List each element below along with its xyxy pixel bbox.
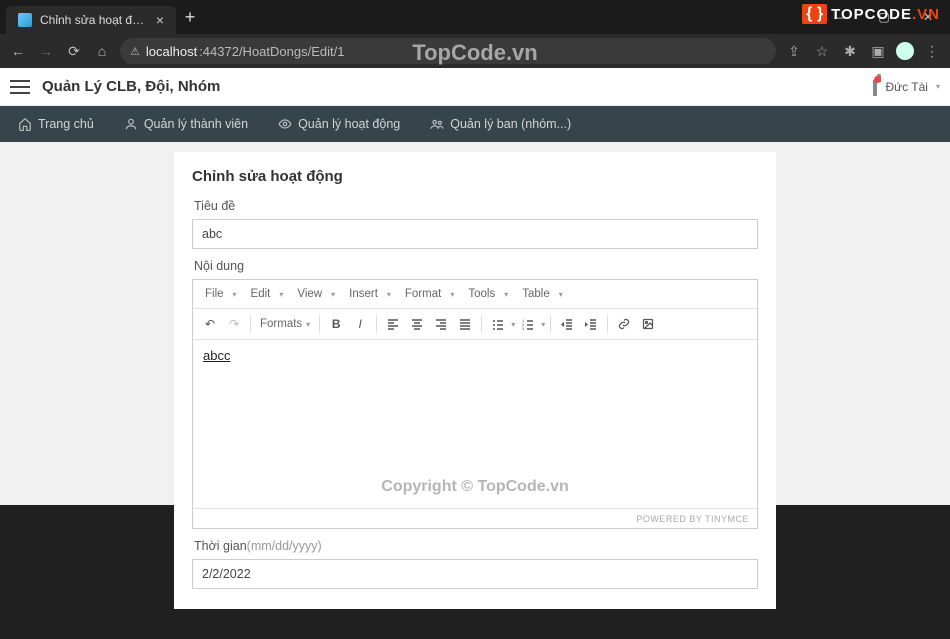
formats-dropdown[interactable]: Formats▾ [256,318,314,330]
menu-tools[interactable]: Tools▾ [462,284,514,304]
nav-members[interactable]: Quản lý thành viên [110,106,262,142]
nav-teams-label: Quản lý ban (nhóm...) [450,117,571,131]
menu-toggle-button[interactable] [10,80,30,94]
logo-text-a: TOPCODE [831,6,912,23]
content-label: Nội dung [194,259,758,273]
chevron-down-icon: ▾ [936,82,940,91]
user-name: Đức Tài [885,80,928,94]
menu-format[interactable]: Format▾ [399,284,460,304]
users-icon [430,117,444,131]
svg-text:3: 3 [522,326,525,330]
extensions-icon[interactable]: ✱ [840,43,860,60]
nav-home-button[interactable]: ⌂ [92,43,112,59]
menu-view[interactable]: View▾ [291,284,341,304]
browser-tab[interactable]: Chỉnh sửa hoạt động × [6,6,176,34]
app-nav: Trang chủ Quản lý thành viên Quản lý hoạ… [0,106,950,142]
url-host: localhost [146,44,197,59]
address-bar[interactable]: ⚠ localhost:44372/HoatDongs/Edit/1 [120,38,776,64]
logo-bracket-icon: { } [802,4,827,24]
page-heading: Chỉnh sửa hoạt động [192,168,758,185]
outdent-button[interactable] [556,313,578,335]
profile-icon[interactable] [896,42,914,60]
time-input[interactable] [192,559,758,589]
nav-activities[interactable]: Quản lý hoạt động [264,106,414,142]
app-title: Quản Lý CLB, Đội, Nhóm [42,78,220,95]
indent-button[interactable] [580,313,602,335]
nav-activities-label: Quản lý hoạt động [298,117,400,131]
align-right-button[interactable] [430,313,452,335]
align-left-button[interactable] [382,313,404,335]
cart-icon[interactable] [873,80,877,94]
url-path: :44372/HoatDongs/Edit/1 [199,44,344,59]
redo-button[interactable]: ↷ [223,313,245,335]
user-icon [124,117,138,131]
time-label: Thời gian(mm/dd/yyyy) [194,539,758,553]
title-label: Tiêu đề [194,199,758,213]
page: Quản Lý CLB, Đội, Nhóm Đức Tài ▾ Trang c… [0,68,950,505]
bookmark-icon[interactable]: ☆ [812,43,832,60]
home-icon [18,117,32,131]
bullet-list-button[interactable] [487,313,509,335]
time-hint: (mm/dd/yyyy) [247,539,322,553]
editor-menubar: File▾ Edit▾ View▾ Insert▾ Format▾ Tools▾… [193,280,757,309]
nav-home-label: Trang chủ [38,117,94,131]
app-header: Quản Lý CLB, Đội, Nhóm Đức Tài ▾ [0,68,950,106]
nav-forward-button[interactable]: → [36,43,56,59]
nav-members-label: Quản lý thành viên [144,117,248,131]
italic-button[interactable]: I [349,313,371,335]
nav-teams[interactable]: Quản lý ban (nhóm...) [416,106,585,142]
browser-toolbar: ← → ⟳ ⌂ ⚠ localhost:44372/HoatDongs/Edit… [0,34,950,68]
tab-title: Chỉnh sửa hoạt động [40,13,148,27]
time-label-text: Thời gian [194,539,247,553]
share-icon[interactable]: ⇪ [784,43,804,60]
align-justify-button[interactable] [454,313,476,335]
menu-file[interactable]: File▾ [199,284,243,304]
menu-icon[interactable]: ⋮ [922,43,942,60]
number-list-button[interactable]: 123 [517,313,539,335]
menu-table[interactable]: Table▾ [516,284,569,304]
ext2-icon[interactable]: ▣ [868,43,888,60]
content-area: Chỉnh sửa hoạt động Tiêu đề Nội dung Fil… [0,142,950,639]
nav-reload-button[interactable]: ⟳ [64,43,84,60]
editor-body[interactable]: abcc [193,340,757,508]
nav-back-button[interactable]: ← [8,43,28,59]
topcode-logo: { } TOPCODE.VN [802,4,940,24]
align-center-button[interactable] [406,313,428,335]
insecure-icon: ⚠ [130,45,140,58]
logo-text-b: .VN [912,6,940,23]
user-area[interactable]: Đức Tài ▾ [873,80,940,94]
rich-text-editor: File▾ Edit▾ View▾ Insert▾ Format▾ Tools▾… [192,279,758,529]
link-button[interactable] [613,313,635,335]
edit-card: Chỉnh sửa hoạt động Tiêu đề Nội dung Fil… [174,152,776,609]
editor-content: abcc [203,348,230,363]
title-input[interactable] [192,219,758,249]
menu-edit[interactable]: Edit▾ [245,284,290,304]
nav-home[interactable]: Trang chủ [4,106,108,142]
bold-button[interactable]: B [325,313,347,335]
close-tab-icon[interactable]: × [156,13,164,27]
eye-icon [278,117,292,131]
new-tab-button[interactable]: + [176,0,204,34]
undo-button[interactable]: ↶ [199,313,221,335]
editor-statusbar: POWERED BY TINYMCE [193,508,757,528]
image-button[interactable] [637,313,659,335]
powered-by: POWERED BY TINYMCE [636,514,749,524]
favicon-icon [18,13,32,27]
editor-toolbar: ↶ ↷ Formats▾ B I ▾ 123 ▾ [193,309,757,340]
menu-insert[interactable]: Insert▾ [343,284,397,304]
